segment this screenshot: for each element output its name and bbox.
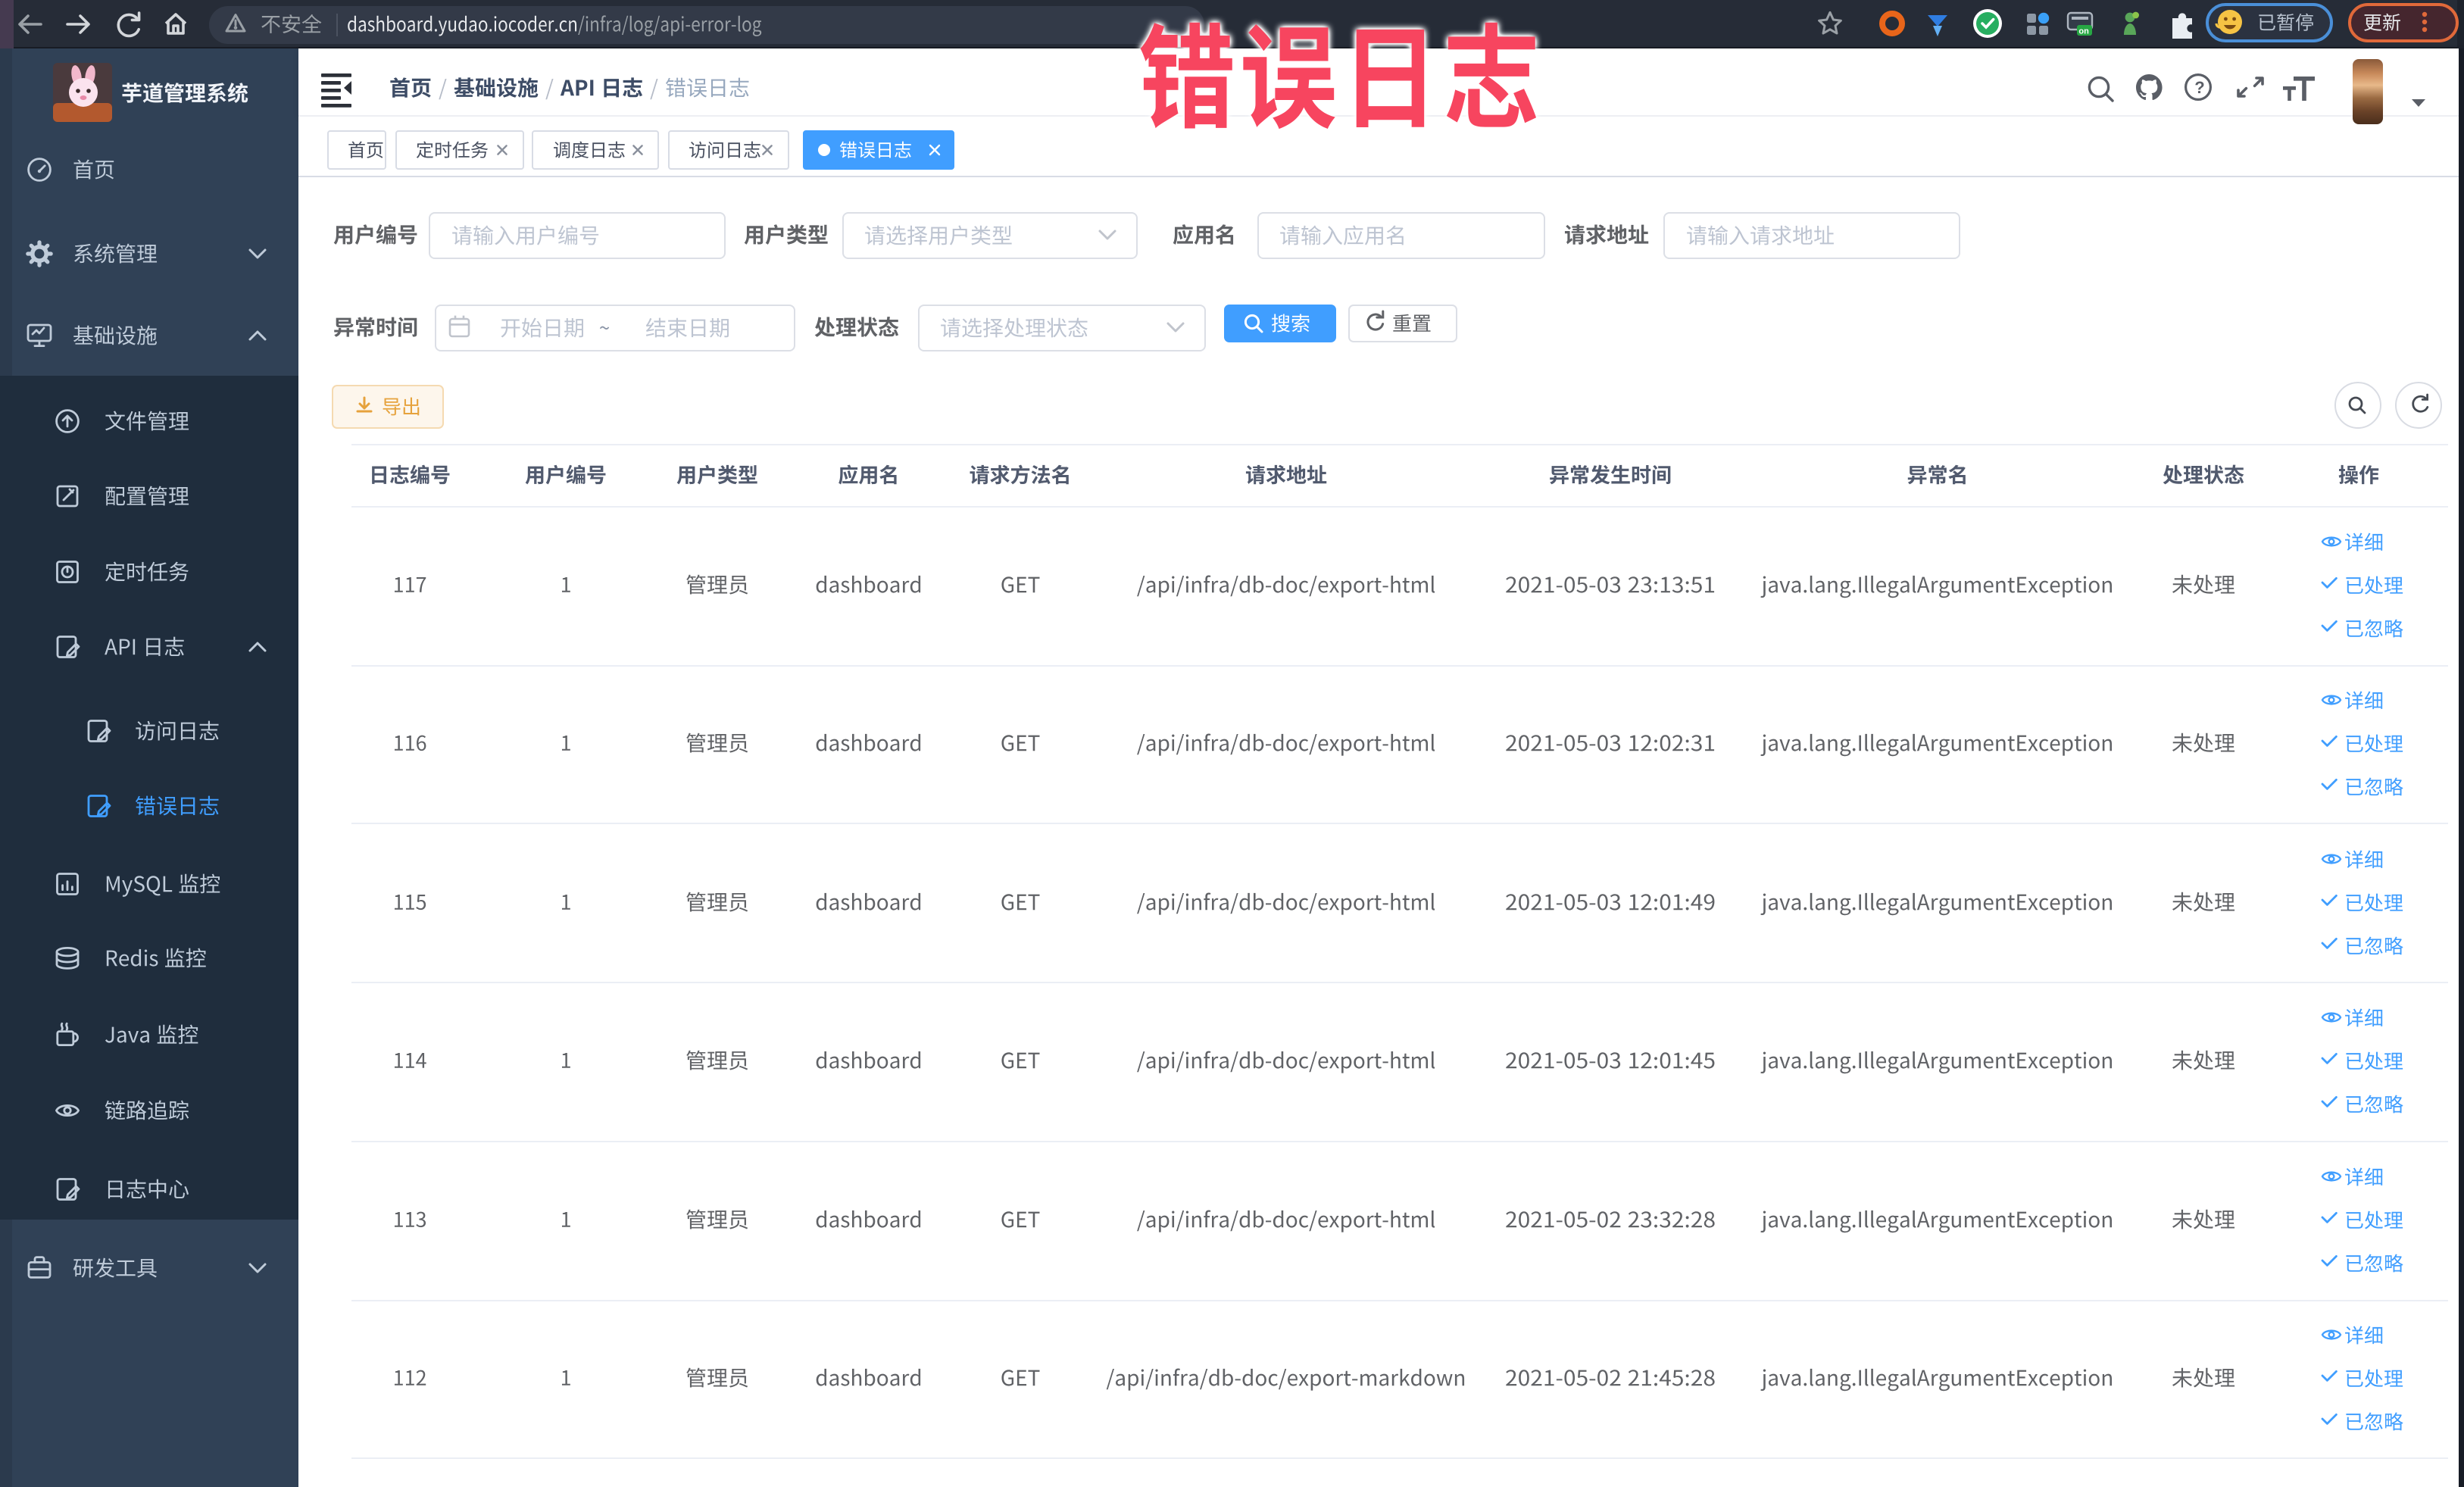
svg-text:on: on xyxy=(2078,27,2089,36)
svg-text:?: ? xyxy=(2194,78,2204,97)
